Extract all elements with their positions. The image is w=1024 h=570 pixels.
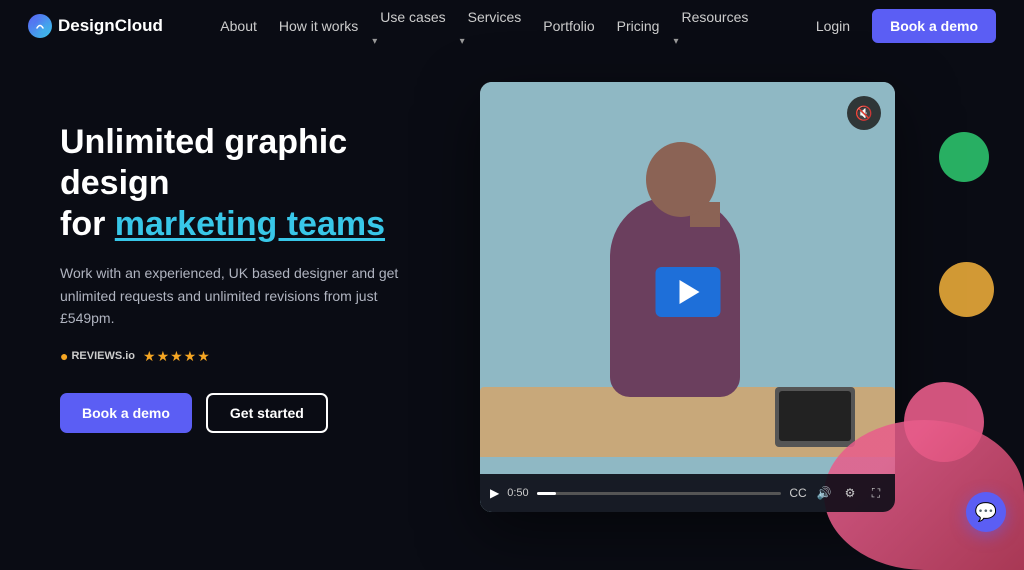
video-ctrl-icons: CC 🔊 ⚙ ⛶ — [789, 484, 885, 502]
navbar: DesignCloud About How it works Use cases… — [0, 0, 1024, 52]
chat-bubble-button[interactable]: 💬 — [966, 492, 1006, 532]
logo-icon — [28, 14, 52, 38]
reviews-logo: ● REVIEWS.io — [60, 348, 135, 364]
nav-services[interactable]: Services — [460, 3, 530, 31]
video-progress-fill — [537, 492, 557, 495]
video-fullscreen-icon[interactable]: ⛶ — [867, 484, 885, 502]
video-cc-icon[interactable]: CC — [789, 484, 807, 502]
play-button[interactable] — [655, 267, 720, 317]
play-triangle-icon — [680, 280, 700, 304]
logo-text: DesignCloud — [58, 16, 163, 36]
nav-right: Login Book a demo — [806, 9, 996, 43]
nav-book-demo-button[interactable]: Book a demo — [872, 9, 996, 43]
hero-title: Unlimited graphic design for marketing t… — [60, 122, 440, 244]
reviews-stars: ★★★★★ — [143, 348, 211, 365]
video-volume-icon[interactable]: 🔊 — [815, 484, 833, 502]
nav-links: About How it works Use cases Services Po… — [212, 3, 756, 49]
video-settings-icon[interactable]: ⚙ — [841, 484, 859, 502]
video-progress-bar[interactable] — [537, 492, 781, 495]
nav-resources[interactable]: Resources — [673, 3, 756, 31]
reviews-dot: ● — [60, 348, 68, 364]
logo[interactable]: DesignCloud — [28, 14, 163, 38]
nav-portfolio[interactable]: Portfolio — [535, 12, 602, 40]
cta-buttons: Book a demo Get started — [60, 393, 440, 433]
video-container: 🔇 ▶ 0:50 CC 🔊 ⚙ ⛶ — [480, 82, 895, 512]
mute-button[interactable]: 🔇 — [847, 96, 881, 130]
login-button[interactable]: Login — [806, 12, 860, 40]
nav-how-it-works[interactable]: How it works — [271, 12, 366, 40]
deco-orange-circle — [939, 262, 994, 317]
video-controls: ▶ 0:50 CC 🔊 ⚙ ⛶ — [480, 474, 895, 512]
nav-about[interactable]: About — [212, 12, 265, 40]
nav-pricing[interactable]: Pricing — [609, 12, 668, 40]
book-demo-button[interactable]: Book a demo — [60, 393, 192, 433]
video-time: 0:50 — [507, 487, 528, 499]
deco-green-circle — [939, 132, 989, 182]
hero-section: Unlimited graphic design for marketing t… — [0, 52, 1024, 550]
chat-bubble-icon: 💬 — [975, 502, 997, 523]
video-play-control[interactable]: ▶ — [490, 486, 499, 500]
get-started-button[interactable]: Get started — [206, 393, 328, 433]
hero-title-highlight: marketing teams — [115, 205, 385, 243]
video-person-head — [646, 142, 716, 217]
reviews-text: REVIEWS.io — [71, 350, 135, 362]
hero-description: Work with an experienced, UK based desig… — [60, 262, 400, 329]
video-laptop — [775, 387, 855, 447]
video-laptop-screen — [779, 391, 851, 441]
hero-left: Unlimited graphic design for marketing t… — [60, 72, 440, 433]
reviews-section: ● REVIEWS.io ★★★★★ — [60, 348, 440, 365]
nav-use-cases[interactable]: Use cases — [372, 3, 453, 31]
